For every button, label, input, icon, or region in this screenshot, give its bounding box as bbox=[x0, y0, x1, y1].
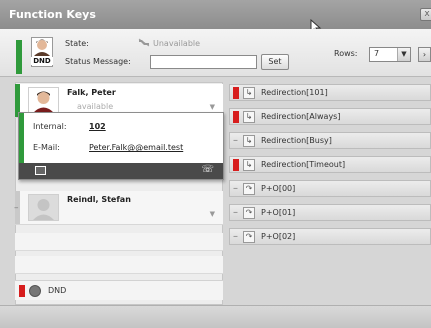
active-indicator bbox=[233, 87, 239, 99]
close-icon: x bbox=[424, 9, 430, 19]
set-button[interactable]: Set bbox=[261, 54, 289, 70]
inactive-indicator: – bbox=[233, 183, 238, 194]
dnd-indicator bbox=[19, 285, 25, 297]
close-button[interactable]: x bbox=[420, 8, 431, 21]
function-key[interactable]: – ↷ P+O[00] bbox=[229, 180, 431, 197]
contact-status: available bbox=[77, 102, 114, 111]
chevron-down-icon[interactable]: ▼ bbox=[210, 210, 215, 218]
function-key[interactable]: ↳ Redirection[Always] bbox=[229, 108, 431, 125]
pickup-icon: ↷ bbox=[243, 231, 255, 243]
title-bar: Function Keys bbox=[0, 0, 431, 29]
function-key[interactable]: – ↳ Redirection[Busy] bbox=[229, 132, 431, 149]
presence-indicator: – bbox=[14, 191, 20, 224]
function-key[interactable]: ↳ Redirection[101] bbox=[229, 84, 431, 101]
user-photo-icon bbox=[29, 88, 58, 113]
email-label: E-Mail: bbox=[33, 143, 60, 152]
function-keys-window: Function Keys x DND State: Unavailable S… bbox=[0, 0, 431, 328]
contact-details-popup: Internal: 102 E-Mail: Peter.Falk@@email.… bbox=[18, 112, 224, 180]
dnd-row[interactable]: DND bbox=[15, 280, 223, 300]
function-key[interactable]: – ↷ P+O[02] bbox=[229, 228, 431, 245]
rows-value: 7 bbox=[374, 49, 380, 58]
contact-name: Reindl, Stefan bbox=[67, 195, 131, 204]
status-bar bbox=[0, 305, 431, 328]
avatar bbox=[28, 194, 59, 221]
function-key-label: Redirection[101] bbox=[261, 88, 328, 97]
redirect-icon: ↳ bbox=[243, 87, 255, 99]
redirect-icon: ↳ bbox=[243, 111, 255, 123]
dnd-icon bbox=[29, 285, 41, 297]
internal-label: Internal: bbox=[33, 122, 67, 131]
dnd-badge: DND bbox=[31, 57, 53, 65]
state-label: State: bbox=[65, 39, 89, 48]
presence-indicator bbox=[19, 113, 24, 164]
function-key[interactable]: – ↷ P+O[01] bbox=[229, 204, 431, 221]
next-page-button[interactable]: › bbox=[418, 47, 431, 62]
contact-item[interactable]: – Reindl, Stefan ▼ bbox=[14, 191, 223, 225]
function-key[interactable]: ↳ Redirection[Timeout] bbox=[229, 156, 431, 173]
function-key-label: Redirection[Timeout] bbox=[261, 160, 346, 169]
user-photo-icon bbox=[34, 39, 50, 56]
active-indicator bbox=[233, 111, 239, 123]
function-key-label: P+O[00] bbox=[261, 184, 296, 193]
user-silhouette-icon bbox=[33, 199, 54, 220]
redirect-icon: ↳ bbox=[243, 135, 255, 147]
state-value: Unavailable bbox=[153, 39, 201, 48]
unavailable-icon bbox=[138, 38, 150, 47]
dnd-label: DND bbox=[48, 286, 67, 295]
contact-name: Falk, Peter bbox=[67, 88, 116, 97]
status-message-label: Status Message: bbox=[65, 57, 131, 66]
rows-select[interactable]: 7 ▼ bbox=[369, 47, 411, 62]
active-indicator bbox=[233, 159, 239, 171]
inactive-indicator: – bbox=[233, 207, 238, 218]
pickup-icon: ↷ bbox=[243, 207, 255, 219]
empty-slot[interactable] bbox=[15, 256, 223, 274]
pickup-icon: ↷ bbox=[243, 183, 255, 195]
empty-slot[interactable] bbox=[15, 233, 223, 251]
function-key-label: P+O[02] bbox=[261, 232, 296, 241]
window-title: Function Keys bbox=[9, 8, 96, 21]
chevron-right-icon: › bbox=[422, 50, 427, 59]
chevron-down-icon[interactable]: ▼ bbox=[210, 103, 215, 111]
inactive-indicator: – bbox=[233, 135, 238, 146]
status-header: DND State: Unavailable Status Message: S… bbox=[0, 29, 431, 77]
popup-toolbar: ☏ bbox=[19, 163, 223, 179]
contact-card-icon[interactable] bbox=[35, 166, 46, 175]
internal-number-link[interactable]: 102 bbox=[89, 122, 106, 131]
email-link[interactable]: Peter.Falk@@email.test bbox=[89, 143, 183, 152]
avatar bbox=[28, 87, 59, 114]
function-key-label: P+O[01] bbox=[261, 208, 296, 217]
function-key-label: Redirection[Always] bbox=[261, 112, 341, 121]
rows-label: Rows: bbox=[334, 49, 358, 58]
function-key-label: Redirection[Busy] bbox=[261, 136, 332, 145]
presence-bar bbox=[16, 40, 22, 74]
inactive-indicator: – bbox=[233, 231, 238, 242]
phone-icon[interactable]: ☏ bbox=[201, 164, 214, 175]
redirect-icon: ↳ bbox=[243, 159, 255, 171]
chevron-down-icon: ▼ bbox=[397, 48, 410, 61]
status-message-input[interactable] bbox=[150, 55, 257, 69]
dash-icon: – bbox=[14, 203, 19, 213]
